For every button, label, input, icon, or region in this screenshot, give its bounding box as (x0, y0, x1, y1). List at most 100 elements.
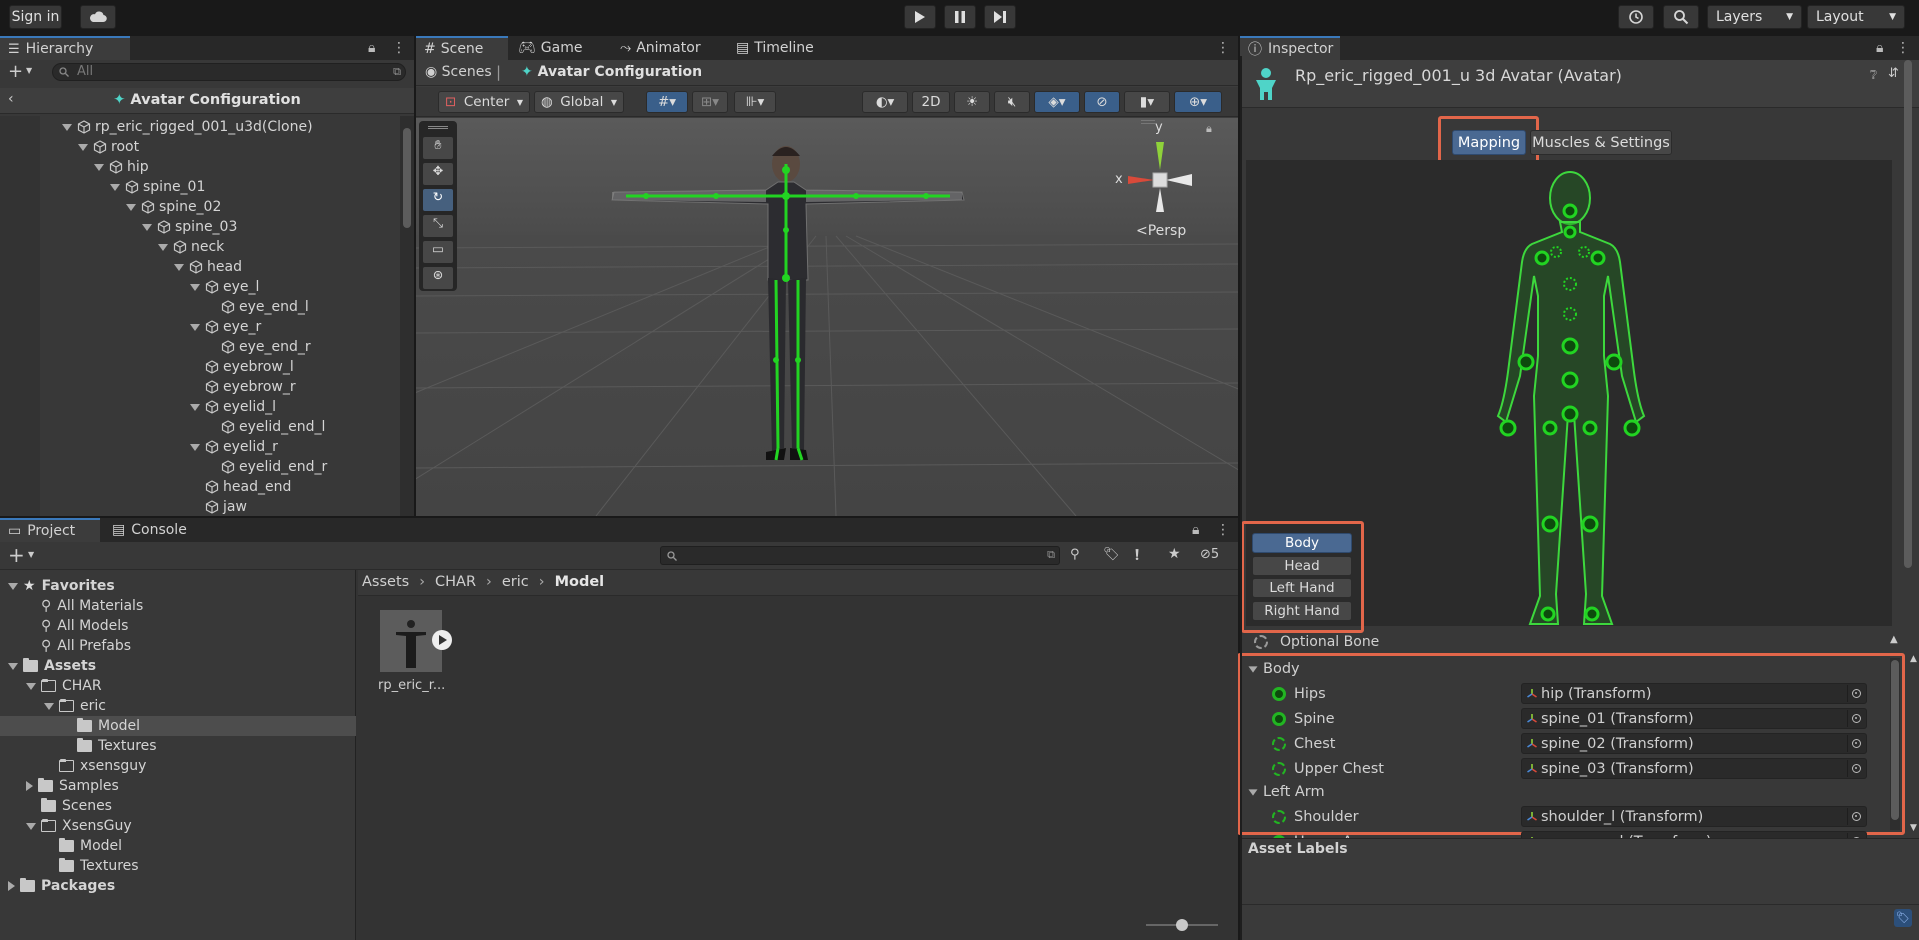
hierarchy-item[interactable]: eyelid_r (190, 437, 278, 457)
lock-icon[interactable]: 🔒︎ (368, 40, 375, 56)
hierarchy-search-input[interactable]: All ⧉ (52, 63, 406, 81)
hierarchy-item[interactable]: head (174, 257, 242, 277)
asset-name[interactable]: rp_eric_r... (378, 678, 445, 693)
project-tree-item[interactable]: Textures (0, 856, 356, 876)
more-menu-icon[interactable]: ⋮ (1216, 522, 1230, 538)
grid-snap-button[interactable]: #▾ (646, 91, 688, 113)
bone-transform-field[interactable]: spine_01 (Transform) (1521, 708, 1867, 729)
visibility-toggle[interactable]: ⊘ (1084, 91, 1120, 113)
pause-button[interactable] (944, 5, 976, 29)
project-tree-item[interactable]: Packages (0, 876, 356, 896)
hierarchy-item[interactable]: root (78, 137, 139, 157)
expand-arrow-icon[interactable] (1248, 788, 1258, 796)
project-tree-item[interactable]: Assets (0, 656, 356, 676)
audio-toggle[interactable]: 🔇︎ (994, 91, 1030, 113)
tab-project[interactable]: ▭ Project (0, 518, 100, 542)
tab-mapping[interactable]: Mapping (1452, 130, 1526, 155)
required-bone-dot-icon[interactable] (1272, 686, 1286, 701)
hierarchy-item[interactable]: eye_end_l (206, 297, 309, 317)
expand-arrow-icon[interactable] (158, 243, 168, 251)
tab-console[interactable]: ▤ Console (104, 518, 195, 542)
expand-arrow-icon[interactable] (190, 323, 200, 331)
add-icon[interactable]: + (8, 543, 25, 567)
persp-label[interactable]: <Persp (1136, 223, 1186, 239)
hierarchy-item[interactable]: spine_03 (142, 217, 237, 237)
collapse-arrow-icon[interactable] (26, 781, 33, 791)
step-button[interactable] (984, 5, 1016, 29)
hand-tool-icon[interactable]: ✋︎ (423, 137, 453, 159)
zoom-slider[interactable] (1146, 919, 1218, 931)
project-tree-item[interactable]: ⚲ All Materials (0, 596, 356, 616)
project-tree-item[interactable]: ⚲ All Prefabs (0, 636, 356, 656)
rotate-tool-icon[interactable]: ↻ (423, 189, 453, 211)
object-picker-icon[interactable] (1847, 710, 1864, 727)
optional-bone-dot-icon[interactable] (1272, 761, 1286, 776)
tab-scene[interactable]: # Scene (416, 36, 508, 60)
hierarchy-item[interactable]: rp_eric_rigged_001_u3d(Clone) (62, 117, 313, 137)
hierarchy-item[interactable]: eye_end_r (206, 337, 311, 357)
search-filter-icon[interactable]: ⧉ (1047, 548, 1055, 562)
object-picker-icon[interactable] (1847, 760, 1864, 777)
bone-group-header[interactable]: Body (1248, 658, 1888, 680)
scale-tool-icon[interactable]: ⤡ (423, 215, 453, 237)
project-tree-item[interactable]: XsensGuy (0, 816, 356, 836)
bone-group-header[interactable]: Left Arm (1248, 781, 1888, 803)
hierarchy-item[interactable]: spine_02 (126, 197, 221, 217)
chevron-down-icon[interactable]: ▼ (26, 66, 32, 75)
bone-transform-field[interactable]: hip (Transform) (1521, 683, 1867, 704)
chevron-down-icon[interactable]: ▼ (28, 550, 34, 559)
expand-arrow-icon[interactable] (62, 123, 72, 131)
gizmos-dropdown[interactable]: ⊕▾ (1174, 91, 1222, 113)
body-part-button[interactable]: Head (1252, 555, 1352, 576)
cloud-button[interactable] (80, 5, 116, 29)
lighting-toggle[interactable]: ☀ (954, 91, 990, 113)
scrollbar-thumb[interactable] (1891, 660, 1899, 820)
space-dropdown[interactable]: ◍ Global ▼ (534, 91, 624, 113)
more-menu-icon[interactable]: ⋮ (392, 40, 406, 56)
expand-arrow-icon[interactable] (78, 143, 88, 151)
more-menu-icon[interactable]: ⋮ (1896, 40, 1910, 56)
grid-options-button[interactable]: ⊪▾ (734, 91, 776, 113)
tab-muscles-settings[interactable]: Muscles & Settings (1530, 130, 1672, 155)
project-tree-item[interactable]: ⚲ All Models (0, 616, 356, 636)
transform-tool-icon[interactable]: ⊛ (423, 267, 453, 289)
lock-icon[interactable]: 🔒︎ (1206, 122, 1212, 136)
play-preview-button[interactable] (432, 630, 452, 650)
tab-inspector[interactable]: ⓘ Inspector (1240, 36, 1340, 60)
bone-transform-field[interactable]: shoulder_l (Transform) (1521, 806, 1867, 827)
expand-arrow-icon[interactable] (8, 582, 18, 590)
more-menu-icon[interactable]: ⋮ (1216, 40, 1230, 56)
shading-dropdown[interactable]: ◐▾ (862, 91, 908, 113)
hierarchy-item[interactable]: head_end (190, 477, 291, 497)
search-button[interactable] (1663, 5, 1699, 29)
tab-game[interactable]: 🎮︎ Game (510, 36, 590, 60)
hierarchy-item[interactable]: eye_l (190, 277, 259, 297)
bone-transform-field[interactable]: spine_02 (Transform) (1521, 733, 1867, 754)
zoom-slider-thumb[interactable] (1176, 919, 1188, 931)
body-part-button[interactable]: Body (1252, 533, 1352, 553)
layers-dropdown[interactable]: Layers ▼ (1707, 5, 1802, 29)
body-part-button[interactable]: Left Hand (1252, 578, 1352, 598)
search-filter-icon[interactable]: ⧉ (393, 65, 401, 79)
project-tree-item[interactable]: CHAR (0, 676, 356, 696)
expand-arrow-icon[interactable] (26, 682, 36, 690)
avatar-body-diagram[interactable] (1470, 166, 1670, 626)
expand-arrow-icon[interactable] (94, 163, 104, 171)
bone-transform-field[interactable]: spine_03 (Transform) (1521, 758, 1867, 779)
expand-arrow-icon[interactable] (1248, 665, 1258, 673)
project-tree-item[interactable]: xsensguy (0, 756, 356, 776)
scrollbar-thumb[interactable] (403, 128, 411, 228)
increment-snap-button[interactable]: ⊞▾ (692, 91, 728, 113)
collapse-arrow-icon[interactable] (8, 881, 15, 891)
label-tag-icon[interactable]: 🏷︎ (1894, 909, 1912, 927)
project-tree-item[interactable]: Textures (0, 736, 356, 756)
warning-filter-icon[interactable]: ❗︎ (1135, 546, 1139, 564)
project-tree-item[interactable]: Samples (0, 776, 356, 796)
optional-bone-dot-icon[interactable] (1272, 809, 1286, 824)
path-segment[interactable]: CHAR (435, 574, 476, 590)
effects-dropdown[interactable]: ◈▾ (1034, 91, 1080, 113)
tab-hierarchy[interactable]: ☰ Hierarchy (0, 36, 130, 60)
expand-arrow-icon[interactable] (8, 662, 18, 670)
lock-icon[interactable]: 🔒︎ (1192, 522, 1199, 538)
scroll-down-icon[interactable]: ▼ (1910, 823, 1917, 833)
